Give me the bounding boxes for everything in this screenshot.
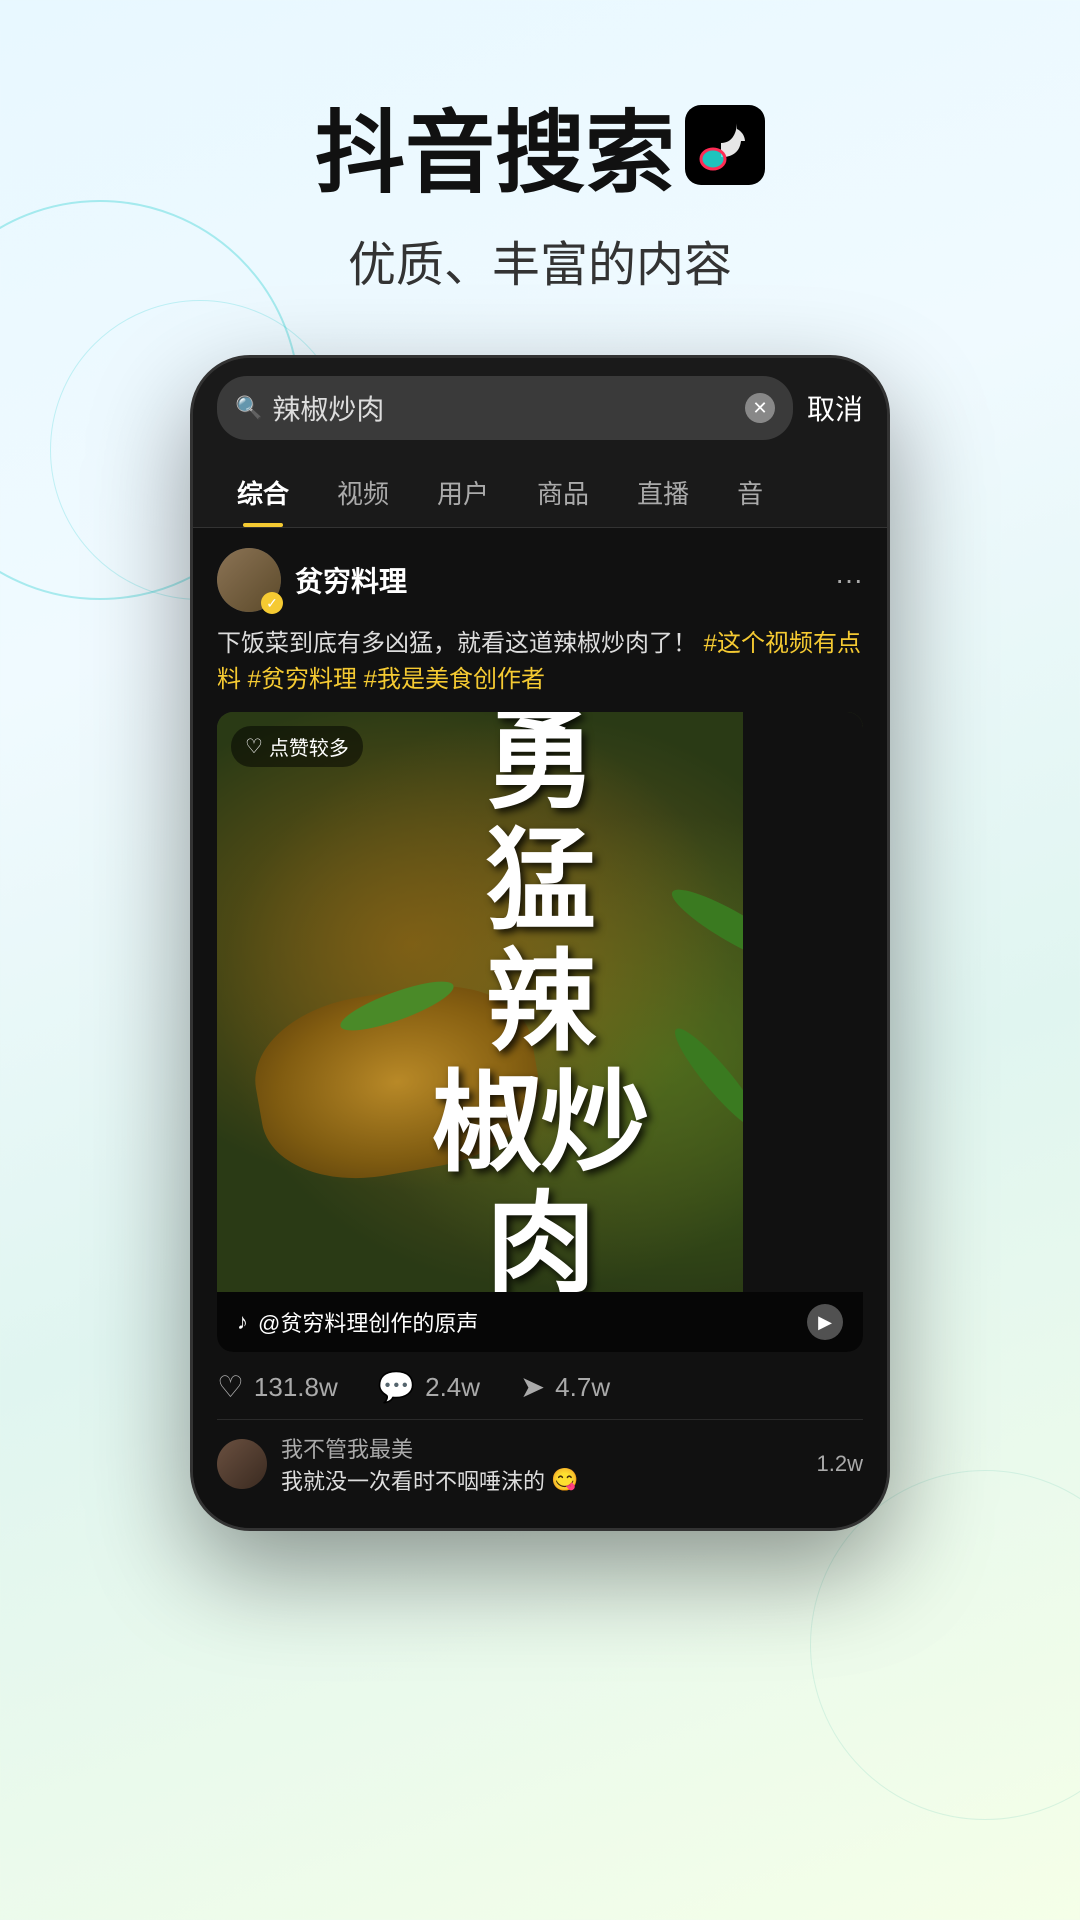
audio-bar[interactable]: ♪ @贫穷料理创作的原声 ▶ — [217, 1292, 863, 1352]
tab-comprehensive[interactable]: 综合 — [213, 458, 313, 527]
search-input-wrapper[interactable]: 🔍 辣椒炒肉 ✕ — [217, 376, 793, 440]
avatar-wrapper: ✓ — [217, 548, 281, 612]
phone-mockup: 🔍 辣椒炒肉 ✕ 取消 综合 视频 用户 商品 直播 — [190, 355, 890, 1531]
search-clear-button[interactable]: ✕ — [745, 393, 775, 423]
phone-container: 🔍 辣椒炒肉 ✕ 取消 综合 视频 用户 商品 直播 — [0, 335, 1080, 1531]
phone-edge-overlay — [743, 712, 863, 1292]
search-icon: 🔍 — [235, 395, 262, 421]
search-bar-row: 🔍 辣椒炒肉 ✕ 取消 — [193, 358, 887, 458]
tab-product[interactable]: 商品 — [513, 458, 613, 527]
tab-user[interactable]: 用户 — [413, 458, 513, 527]
shares-count: 4.7w — [555, 1372, 610, 1403]
commenter-avatar — [217, 1439, 267, 1489]
tab-video[interactable]: 视频 — [313, 458, 413, 527]
app-title-text: 抖音搜索 — [315, 80, 675, 210]
header-section: 抖音搜索 优质、丰富的内容 — [0, 0, 1080, 335]
comments-count: 2.4w — [425, 1372, 480, 1403]
verified-badge: ✓ — [261, 592, 283, 614]
comment-body-text: 我就没一次看时不咽唾沫的 😋 — [281, 1464, 803, 1496]
search-results-content: ✓ 贫穷料理 ··· 下饭菜到底有多凶猛，就看这道辣椒炒肉了！ #这个视频有点料… — [193, 528, 887, 1528]
play-button[interactable]: ▶ — [807, 1304, 843, 1340]
comments-engagement[interactable]: 💬 2.4w — [378, 1370, 480, 1405]
tiktok-audio-icon: ♪ — [237, 1309, 248, 1335]
comment-preview-row: 我不管我最美 我就没一次看时不咽唾沫的 😋 1.2w — [217, 1419, 863, 1508]
post-desc-text: 下饭菜到底有多凶猛，就看这道辣椒炒肉了！ — [217, 630, 697, 657]
share-icon: ➤ — [520, 1370, 545, 1405]
clear-icon: ✕ — [752, 398, 767, 419]
post-header: ✓ 贫穷料理 ··· — [217, 548, 863, 612]
play-icon: ▶ — [818, 1312, 832, 1333]
comment-emoji: 😋 — [551, 1467, 578, 1493]
search-query-text: 辣椒炒肉 — [272, 388, 735, 428]
likes-engagement[interactable]: ♡ 131.8w — [217, 1370, 338, 1405]
post-user-info: ✓ 贫穷料理 — [217, 548, 407, 612]
app-title: 抖音搜索 — [0, 80, 1080, 210]
comment-likes-count: 1.2w — [817, 1451, 863, 1477]
engagement-row: ♡ 131.8w 💬 2.4w ➤ 4.7w — [217, 1352, 863, 1419]
app-subtitle: 优质、丰富的内容 — [0, 225, 1080, 295]
comment-text-column: 我不管我最美 我就没一次看时不咽唾沫的 😋 — [281, 1432, 803, 1496]
likes-count: 131.8w — [254, 1372, 338, 1403]
search-cancel-button[interactable]: 取消 — [807, 388, 863, 428]
commenter-username[interactable]: 我不管我最美 — [281, 1432, 803, 1464]
post-username[interactable]: 贫穷料理 — [295, 560, 407, 600]
comment-text: 我就没一次看时不咽唾沫的 — [281, 1464, 545, 1496]
comment-icon: 💬 — [378, 1370, 415, 1405]
video-thumbnail: ♡ 点赞较多 勇猛辣椒炒肉 — [217, 712, 863, 1292]
search-tabs-row: 综合 视频 用户 商品 直播 音 — [193, 458, 887, 528]
more-options-button[interactable]: ··· — [835, 564, 863, 596]
heart-icon: ♡ — [217, 1370, 244, 1405]
audio-info: ♪ @贫穷料理创作的原声 — [237, 1306, 478, 1338]
post-description: 下饭菜到底有多凶猛，就看这道辣椒炒肉了！ #这个视频有点料 #贫穷料理 #我是美… — [217, 626, 863, 698]
tab-live[interactable]: 直播 — [613, 458, 713, 527]
audio-source-text: @贫穷料理创作的原声 — [258, 1306, 478, 1338]
video-card[interactable]: ♡ 点赞较多 勇猛辣椒炒肉 ♪ @ — [217, 712, 863, 1352]
verified-check-icon: ✓ — [266, 595, 278, 612]
video-title-text: 勇猛辣椒炒肉 — [432, 712, 648, 1292]
shares-engagement[interactable]: ➤ 4.7w — [520, 1370, 610, 1405]
tab-music[interactable]: 音 — [713, 458, 787, 527]
tiktok-note-icon — [685, 105, 765, 185]
